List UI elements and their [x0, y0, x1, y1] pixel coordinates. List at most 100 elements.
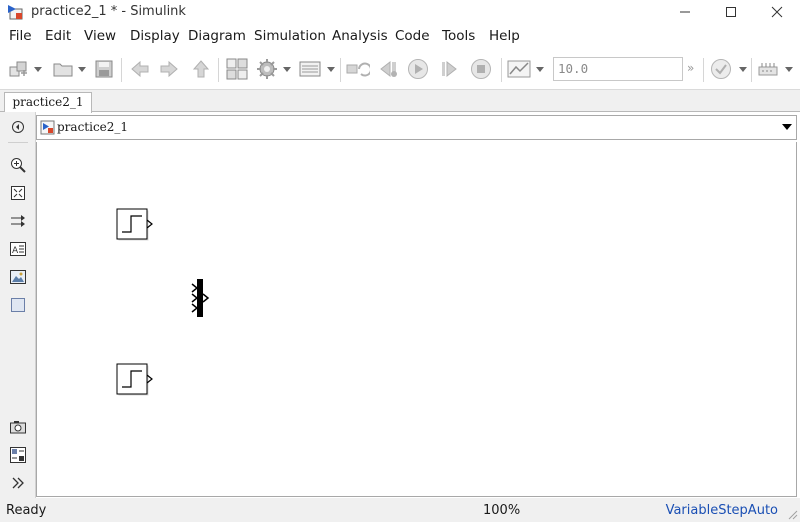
- build-button[interactable]: [756, 55, 780, 83]
- menu-analysis[interactable]: Analysis: [332, 28, 388, 44]
- chevron-down-icon: [283, 66, 291, 72]
- refresh-icon: [346, 62, 370, 77]
- model-explorer-icon: [299, 61, 321, 77]
- path-dropdown-icon[interactable]: [782, 124, 792, 130]
- menu-simulation[interactable]: Simulation: [254, 28, 326, 44]
- toolbar-separator: [751, 58, 752, 82]
- zoom-level: 100%: [483, 503, 521, 518]
- stop-button[interactable]: [468, 55, 494, 83]
- annotation-button[interactable]: A: [9, 240, 27, 258]
- fit-to-view-button[interactable]: [9, 184, 27, 202]
- model-explorer-dropdown[interactable]: [326, 55, 336, 83]
- menu-file[interactable]: File: [9, 28, 32, 44]
- screenshot-button[interactable]: [9, 418, 27, 436]
- title-bar: practice2_1 * - Simulink: [0, 0, 800, 24]
- expand-palette-button[interactable]: [9, 474, 27, 492]
- zoom-icon: [11, 158, 26, 173]
- menu-bar: File Edit View Display Diagram Simulatio…: [0, 24, 800, 48]
- route-lines-button[interactable]: [9, 212, 27, 230]
- arrow-up-icon: [192, 60, 210, 78]
- step-back-button[interactable]: [376, 55, 402, 83]
- menu-tools[interactable]: Tools: [442, 28, 475, 44]
- camera-icon: [10, 421, 26, 434]
- chevron-down-icon: [78, 66, 86, 72]
- solver-link[interactable]: VariableStepAuto: [666, 503, 778, 518]
- chevron-down-icon: [327, 66, 335, 72]
- chevron-down-icon: [536, 66, 544, 72]
- menu-view[interactable]: View: [84, 28, 116, 44]
- resize-grip-icon[interactable]: [786, 508, 798, 520]
- model-settings-dropdown[interactable]: [282, 55, 292, 83]
- open-button[interactable]: [50, 55, 76, 83]
- update-diagram-button[interactable]: [344, 55, 372, 83]
- svg-text:A: A: [12, 246, 19, 256]
- property-inspector-button[interactable]: [9, 446, 27, 464]
- status-text: Ready: [6, 503, 47, 518]
- close-button[interactable]: [754, 0, 800, 24]
- mux-bar-icon: [191, 279, 210, 317]
- save-icon: [95, 60, 113, 78]
- zoom-button[interactable]: [9, 156, 27, 174]
- up-button[interactable]: [189, 55, 213, 83]
- scope-dropdown[interactable]: [535, 55, 545, 83]
- simulink-app-icon: [8, 5, 23, 20]
- menu-display[interactable]: Display: [130, 28, 180, 44]
- model-advisor-button[interactable]: [708, 55, 734, 83]
- fit-view-icon: [11, 186, 25, 200]
- hide-browser-button[interactable]: [9, 118, 27, 136]
- toolbar-separator: [121, 58, 122, 82]
- open-dropdown[interactable]: [77, 55, 87, 83]
- close-icon: [771, 6, 783, 18]
- back-button[interactable]: [128, 55, 152, 83]
- library-browser-button[interactable]: [224, 55, 250, 83]
- folder-icon: [53, 63, 73, 77]
- browser-toggle-icon: [12, 121, 24, 133]
- stop-time-input[interactable]: 10.0: [553, 57, 683, 81]
- tab-practice2-1[interactable]: practice2_1: [4, 92, 92, 113]
- model-advisor-dropdown[interactable]: [738, 55, 748, 83]
- menu-code[interactable]: Code: [395, 28, 430, 44]
- new-model-dropdown[interactable]: [33, 55, 43, 83]
- maximize-button[interactable]: [708, 0, 754, 24]
- minimize-button[interactable]: [662, 0, 708, 24]
- window-title: practice2_1 * - Simulink: [31, 4, 186, 19]
- run-button[interactable]: [405, 55, 431, 83]
- maximize-icon: [726, 7, 736, 17]
- route-arrows-icon: [11, 215, 25, 227]
- step-block-2[interactable]: [116, 363, 154, 396]
- model-canvas[interactable]: [36, 142, 797, 497]
- property-inspector-icon: [10, 447, 26, 463]
- forward-button[interactable]: [157, 55, 181, 83]
- area-rectangle-icon: [11, 298, 25, 312]
- menu-help[interactable]: Help: [489, 28, 520, 44]
- chevron-down-icon: [34, 66, 42, 72]
- build-dropdown[interactable]: [784, 55, 794, 83]
- new-model-button[interactable]: [6, 55, 32, 83]
- status-bar: Ready 100% VariableStepAuto: [0, 498, 800, 522]
- step-forward-button[interactable]: [436, 55, 462, 83]
- mux-block[interactable]: [191, 278, 211, 318]
- step-block-1[interactable]: [116, 208, 154, 241]
- menu-edit[interactable]: Edit: [45, 28, 71, 44]
- save-button[interactable]: [92, 55, 116, 83]
- area-button[interactable]: [9, 296, 27, 314]
- toolbar-overflow-button[interactable]: »: [687, 61, 694, 75]
- image-button[interactable]: [9, 268, 27, 286]
- arrow-left-icon: [131, 60, 149, 78]
- toolbar-separator: [340, 58, 341, 82]
- scope-signal-icon: [507, 60, 531, 78]
- palette-separator: [8, 142, 28, 143]
- step-forward-icon: [442, 60, 457, 78]
- menu-diagram[interactable]: Diagram: [188, 28, 246, 44]
- model-path-bar[interactable]: practice2_1: [36, 115, 797, 140]
- left-palette: A: [0, 112, 36, 498]
- model-explorer-button[interactable]: [297, 55, 323, 83]
- model-path-text: practice2_1: [57, 120, 129, 134]
- double-chevron-right-icon: [12, 477, 24, 489]
- gear-icon: [257, 59, 277, 79]
- scope-button[interactable]: [505, 55, 533, 83]
- step-icon: [116, 363, 153, 396]
- stop-icon: [471, 59, 491, 79]
- model-settings-button[interactable]: [254, 55, 280, 83]
- chevron-down-icon: [785, 66, 793, 72]
